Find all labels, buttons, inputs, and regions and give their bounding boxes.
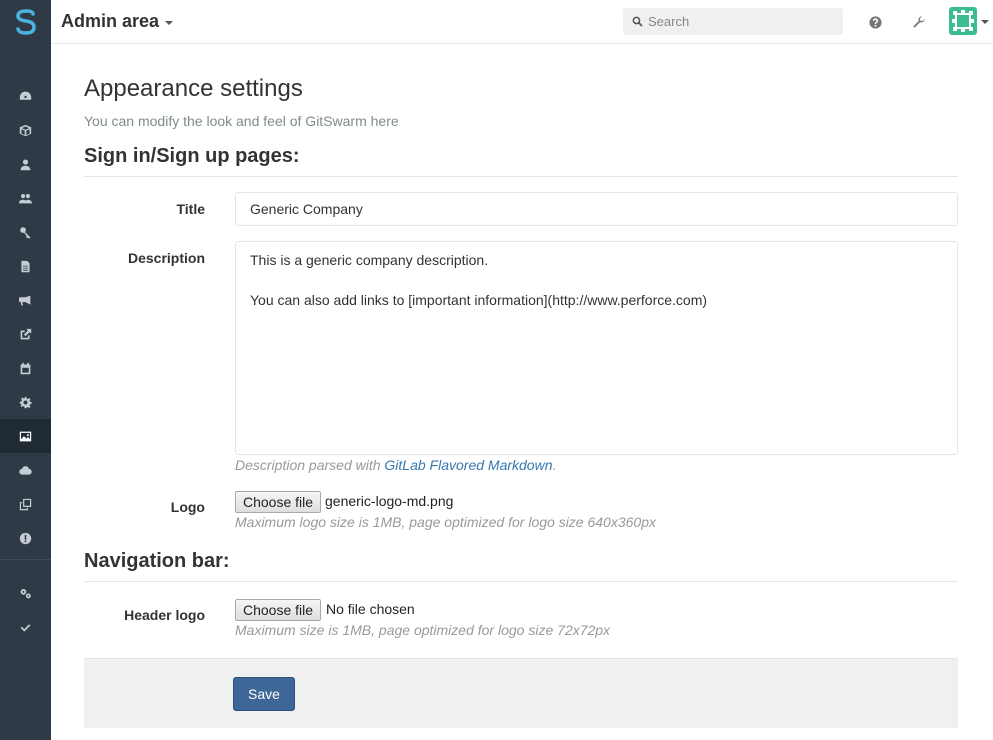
markdown-help-link[interactable]: GitLab Flavored Markdown — [384, 457, 552, 473]
logo-filename: generic-logo-md.png — [325, 493, 454, 509]
description-help: Description parsed with GitLab Flavored … — [235, 457, 556, 473]
avatar-dropdown-caret-icon[interactable] — [981, 20, 989, 24]
clone-icon — [19, 498, 32, 510]
logo-label: Logo — [170, 499, 205, 515]
logo-help: Maximum logo size is 1MB, page optimized… — [235, 514, 656, 530]
description-help-prefix: Description parsed with — [235, 457, 385, 473]
key-icon — [20, 226, 31, 239]
dashboard-icon — [19, 91, 32, 100]
sidebar-item-users[interactable] — [0, 147, 51, 181]
sidebar-item-services[interactable] — [0, 453, 51, 487]
users-icon — [19, 193, 32, 203]
sidebar-item-spam-logs[interactable] — [0, 487, 51, 521]
gitswarm-logo[interactable] — [0, 0, 51, 44]
admin-wrench-button[interactable] — [911, 14, 927, 30]
search-box[interactable] — [623, 8, 843, 35]
sidebar-item-todos[interactable] — [0, 610, 51, 644]
description-label: Description — [127, 250, 205, 266]
exclamation-icon — [19, 532, 32, 544]
title-input[interactable] — [235, 192, 958, 226]
header-logo-help: Maximum size is 1MB, page optimized for … — [235, 622, 611, 638]
question-circle-icon — [868, 15, 882, 29]
sidebar-item-dashboard[interactable] — [0, 79, 51, 113]
check-icon — [20, 623, 31, 632]
sidebar-divider — [0, 559, 51, 560]
external-link-icon — [20, 328, 32, 339]
file-icon — [21, 260, 30, 272]
gitswarm-logo-icon — [15, 9, 36, 35]
header-logo-choose-file-button[interactable]: Choose file — [235, 599, 322, 621]
admin-area-dropdown[interactable]: Admin area — [61, 11, 174, 32]
calendar-icon — [20, 362, 31, 374]
search-input[interactable] — [648, 14, 828, 29]
sidebar-item-projects[interactable] — [0, 113, 51, 147]
description-textarea[interactable]: This is a generic company description. Y… — [235, 241, 958, 455]
cloud-icon — [19, 465, 32, 475]
sidebar-item-logs[interactable] — [0, 249, 51, 283]
header-logo-label: Header logo — [124, 607, 205, 623]
bullhorn-icon — [19, 295, 31, 305]
page-title: Appearance settings — [84, 75, 303, 102]
sidebar-item-groups[interactable] — [0, 181, 51, 215]
sidebar-item-deploy-keys[interactable] — [0, 215, 51, 249]
sidebar-item-messages[interactable] — [0, 283, 51, 317]
description-help-suffix: . — [552, 457, 557, 473]
cogs-icon — [20, 588, 31, 598]
header-logo-filename: No file chosen — [326, 601, 415, 617]
page-subtitle: You can modify the look and feel of GitS… — [84, 113, 399, 129]
title-label: Title — [176, 201, 205, 217]
navbar-section-heading: Navigation bar: — [84, 550, 958, 582]
sidebar-item-hooks[interactable] — [0, 317, 51, 351]
help-button[interactable] — [867, 14, 883, 30]
sidebar-item-appearance[interactable] — [0, 419, 51, 453]
top-header: Admin area — [51, 0, 993, 44]
user-avatar[interactable] — [949, 7, 977, 35]
signin-section-heading: Sign in/Sign up pages: — [84, 145, 958, 177]
search-icon — [632, 16, 643, 27]
sidebar — [0, 0, 51, 740]
sidebar-item-profile-settings[interactable] — [0, 576, 51, 610]
logo-choose-file-button[interactable]: Choose file — [235, 491, 322, 513]
sidebar-item-background-jobs[interactable] — [0, 351, 51, 385]
header-title: Admin area — [61, 11, 160, 31]
image-icon — [19, 431, 32, 441]
save-button[interactable]: Save — [233, 677, 295, 711]
avatar-identicon-icon — [952, 10, 974, 32]
form-actions: Save — [84, 658, 958, 728]
chevron-down-icon — [165, 21, 174, 25]
cube-icon — [19, 124, 32, 136]
sidebar-item-abuse-reports[interactable] — [0, 521, 51, 555]
gear-icon — [19, 396, 32, 408]
sidebar-item-settings[interactable] — [0, 385, 51, 419]
wrench-icon — [913, 16, 925, 28]
user-icon — [20, 158, 31, 170]
